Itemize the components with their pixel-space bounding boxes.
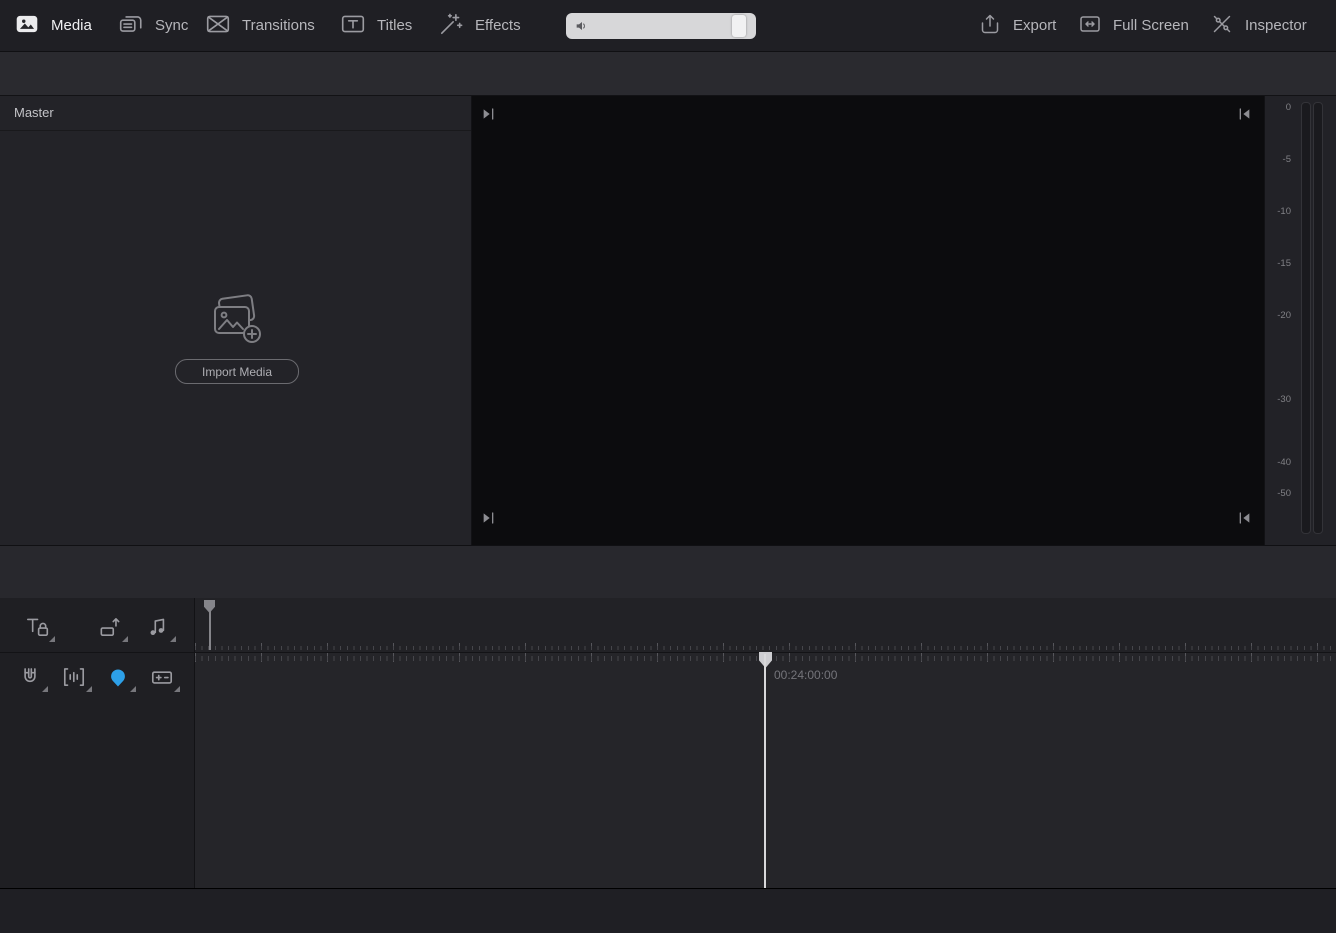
tab-effects[interactable]: Effects <box>438 0 521 51</box>
import-media-button-label: Import Media <box>202 365 272 379</box>
transport-bar: 00:00:00:00 <box>0 545 1336 598</box>
meter-label: -30 <box>1265 394 1291 405</box>
playhead-line[interactable] <box>764 654 766 888</box>
volume-slider[interactable] <box>566 13 756 39</box>
tab-transitions-label: Transitions <box>242 17 315 34</box>
volume-slider-thumb[interactable] <box>732 15 746 37</box>
add-clip-icon[interactable] <box>147 662 177 692</box>
meter-label: -15 <box>1265 258 1291 269</box>
media-pool-header: Master <box>0 96 471 131</box>
meter-bar-left <box>1301 102 1311 534</box>
tab-media-label: Media <box>51 17 92 34</box>
waveform-icon[interactable] <box>59 662 89 692</box>
viewer-in-marker-bottom-icon[interactable] <box>480 509 498 527</box>
timeline-tools-panel <box>0 598 195 888</box>
volume-icon <box>574 18 590 39</box>
track-lock-icon[interactable] <box>22 612 52 642</box>
timeline-area[interactable]: 00:24:00:00 <box>0 598 1336 888</box>
viewer-out-marker-bottom-icon[interactable] <box>1235 509 1253 527</box>
tab-titles[interactable]: Titles <box>340 0 412 51</box>
marker-icon[interactable] <box>103 662 133 692</box>
inspector-button[interactable]: Inspector <box>1210 0 1307 51</box>
move-clip-icon[interactable] <box>95 612 125 642</box>
tab-effects-label: Effects <box>475 17 521 34</box>
transitions-icon <box>205 11 231 41</box>
viewer <box>472 96 1264 545</box>
import-media-placeholder-icon <box>203 292 269 351</box>
inspector-label: Inspector <box>1245 17 1307 34</box>
meter-label: -40 <box>1265 457 1291 468</box>
export-label: Export <box>1013 17 1056 34</box>
fullscreen-icon <box>1078 12 1102 40</box>
tab-media[interactable]: Media <box>14 0 92 51</box>
audio-clip-icon[interactable] <box>143 612 173 642</box>
viewer-out-marker-top-icon[interactable] <box>1235 105 1253 123</box>
fullscreen-button[interactable]: Full Screen <box>1078 0 1189 51</box>
meter-label: -20 <box>1265 310 1291 321</box>
fullscreen-label: Full Screen <box>1113 17 1189 34</box>
meter-label: 0 <box>1265 102 1291 113</box>
top-bar: Media Sync Transitions Titles Effects Ex… <box>0 0 1336 52</box>
meter-label: -10 <box>1265 206 1291 217</box>
export-icon <box>978 12 1002 40</box>
tab-transitions[interactable]: Transitions <box>205 0 315 51</box>
media-pool-panel: Master Import Media <box>0 96 472 545</box>
snapping-magnet-icon[interactable] <box>15 662 45 692</box>
minimap-playhead-line[interactable] <box>209 611 211 650</box>
tab-sync-label: Sync <box>155 17 188 34</box>
import-media-button[interactable]: Import Media <box>175 359 299 384</box>
playhead-timecode-label: 00:24:00:00 <box>774 668 837 682</box>
meter-label: -5 <box>1265 154 1291 165</box>
inspector-icon <box>1210 12 1234 40</box>
bottom-bar <box>0 888 1336 933</box>
bin-title: Master <box>14 105 54 120</box>
meter-label: -50 <box>1265 488 1291 499</box>
effects-icon <box>438 11 464 41</box>
export-button[interactable]: Export <box>978 0 1056 51</box>
tab-sync[interactable]: Sync <box>118 0 188 51</box>
media-icon <box>14 11 40 41</box>
video-editor-app: Media Sync Transitions Titles Effects Ex… <box>0 0 1336 933</box>
audio-meter-panel: 0 -5 -10 -15 -20 -30 -40 -50 <box>1264 96 1336 545</box>
minimap-ticks-fine <box>195 646 1336 650</box>
browser-toolbar: 00:00:00:00 <box>0 52 1336 96</box>
tab-titles-label: Titles <box>377 17 412 34</box>
sync-icon <box>118 11 144 41</box>
titles-icon <box>340 11 366 41</box>
meter-bar-right <box>1313 102 1323 534</box>
viewer-in-marker-top-icon[interactable] <box>480 105 498 123</box>
